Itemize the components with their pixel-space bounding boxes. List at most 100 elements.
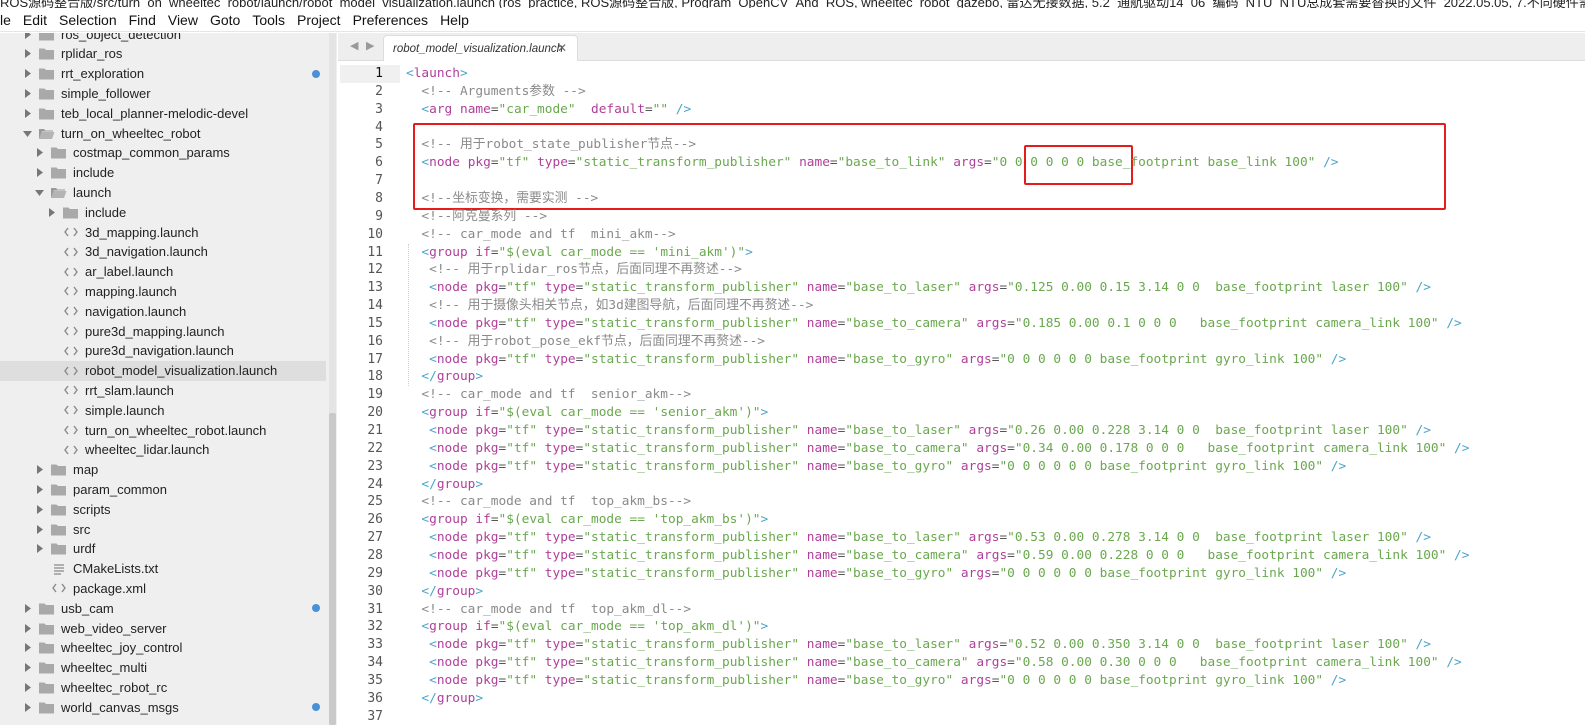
tree-item[interactable]: wheeltec_robot_rc bbox=[0, 677, 326, 697]
menu-project[interactable]: Project bbox=[291, 8, 347, 32]
tree-item[interactable]: urdf bbox=[0, 539, 326, 559]
tree-item[interactable]: pure3d_navigation.launch bbox=[0, 341, 326, 361]
tree-item[interactable]: package.xml bbox=[0, 578, 326, 598]
code-line[interactable]: </group> bbox=[406, 368, 483, 386]
chevron-right-icon[interactable] bbox=[34, 524, 44, 534]
tree-item[interactable]: wheeltec_multi bbox=[0, 658, 326, 678]
tree-item[interactable]: 3d_mapping.launch bbox=[0, 222, 326, 242]
tree-item[interactable]: rrt_slam.launch bbox=[0, 380, 326, 400]
code-line[interactable]: <!-- car_mode and tf mini_akm--> bbox=[406, 226, 675, 244]
code-line[interactable]: <!-- car_mode and tf top_akm_dl--> bbox=[406, 601, 691, 619]
tree-item[interactable]: launch bbox=[0, 182, 326, 202]
chevron-right-icon[interactable] bbox=[22, 49, 32, 59]
chevron-right-icon[interactable] bbox=[22, 603, 32, 613]
tree-item[interactable]: scripts bbox=[0, 499, 326, 519]
sidebar-file-tree[interactable]: ros_object_detection rplidar_ros rrt_explo… bbox=[0, 33, 337, 725]
code-line[interactable]: <!-- 用于rplidar_ros节点，后面同理不再赘述--> bbox=[406, 261, 742, 279]
code-line[interactable]: <node pkg="tf" type="static_transform_pu… bbox=[406, 351, 1346, 369]
code-line[interactable]: <!--阿克曼系列 --> bbox=[406, 208, 547, 226]
code-line[interactable]: </group> bbox=[406, 476, 483, 494]
chevron-right-icon[interactable] bbox=[22, 643, 32, 653]
menu-goto[interactable]: Goto bbox=[204, 8, 246, 32]
tree-item[interactable]: include bbox=[0, 163, 326, 183]
tree-item[interactable]: usb_cam bbox=[0, 598, 326, 618]
code-line[interactable]: <launch> bbox=[406, 65, 468, 83]
code-line[interactable]: <node pkg="tf" type="static_transform_pu… bbox=[406, 565, 1346, 583]
tree-item[interactable]: ros_object_detection bbox=[0, 33, 326, 44]
tree-item[interactable]: param_common bbox=[0, 479, 326, 499]
code-line[interactable]: <node pkg="tf" type="static_transform_pu… bbox=[406, 440, 1469, 458]
chevron-right-icon[interactable] bbox=[46, 207, 56, 217]
code-line[interactable]: <node pkg="tf" type="static_transform_pu… bbox=[406, 636, 1431, 654]
code-line[interactable]: <!-- 用于robot_pose_ekf节点，后面同理不再赘述--> bbox=[406, 333, 765, 351]
tree-item[interactable]: web_video_server bbox=[0, 618, 326, 638]
code-line[interactable]: <!--坐标变换，需要实测 --> bbox=[406, 190, 598, 208]
tree-item[interactable]: turn_on_wheeltec_robot.launch bbox=[0, 420, 326, 440]
tree-item[interactable]: CMakeLists.txt bbox=[0, 559, 326, 579]
menu-le[interactable]: le bbox=[0, 8, 17, 32]
code-line[interactable]: <node pkg="tf" type="static_transform_pu… bbox=[406, 154, 1338, 172]
tree-item[interactable]: map bbox=[0, 460, 326, 480]
chevron-right-icon[interactable] bbox=[22, 663, 32, 673]
tree-item[interactable]: simple.launch bbox=[0, 400, 326, 420]
code-line[interactable]: <group if="$(eval car_mode == 'senior_ak… bbox=[406, 404, 768, 422]
code-line[interactable]: </group> bbox=[406, 690, 483, 708]
menu-edit[interactable]: Edit bbox=[17, 8, 53, 32]
tree-item[interactable]: robot_model_visualization.launch bbox=[0, 360, 326, 381]
tree-item[interactable]: rrt_exploration bbox=[0, 64, 326, 84]
menu-tools[interactable]: Tools bbox=[246, 8, 291, 32]
tree-item[interactable]: mapping.launch bbox=[0, 281, 326, 301]
tree-item[interactable]: navigation.launch bbox=[0, 301, 326, 321]
chevron-down-icon[interactable] bbox=[22, 128, 32, 138]
code-line[interactable]: <group if="$(eval car_mode == 'mini_akm'… bbox=[406, 244, 752, 262]
tree-item[interactable]: costmap_common_params bbox=[0, 143, 326, 163]
tree-item[interactable]: ar_label.launch bbox=[0, 262, 326, 282]
tree-item[interactable]: src bbox=[0, 519, 326, 539]
code-line[interactable]: <!-- Arguments参数 --> bbox=[406, 83, 585, 101]
close-icon[interactable]: ✕ bbox=[557, 41, 567, 55]
code-line[interactable]: </group> bbox=[406, 583, 483, 601]
code-line[interactable]: <!-- car_mode and tf senior_akm--> bbox=[406, 386, 691, 404]
code-line[interactable]: <!-- car_mode and tf top_akm_bs--> bbox=[406, 493, 691, 511]
chevron-right-icon[interactable] bbox=[22, 623, 32, 633]
tab-robot-model-visualization[interactable]: robot_model_visualization.launch ✕ bbox=[383, 35, 578, 61]
tree-item[interactable]: simple_follower bbox=[0, 83, 326, 103]
menu-help[interactable]: Help bbox=[434, 8, 475, 32]
tab-nav-arrows[interactable]: ◀ ▶ bbox=[350, 39, 376, 52]
sidebar-scrollbar-thumb[interactable] bbox=[329, 413, 336, 725]
code-line[interactable]: <group if="$(eval car_mode == 'top_akm_b… bbox=[406, 511, 768, 529]
code-line[interactable]: <node pkg="tf" type="static_transform_pu… bbox=[406, 547, 1469, 565]
menu-view[interactable]: View bbox=[162, 8, 204, 32]
chevron-right-icon[interactable] bbox=[22, 69, 32, 79]
code-line[interactable]: <node pkg="tf" type="static_transform_pu… bbox=[406, 672, 1346, 690]
chevron-right-icon[interactable] bbox=[34, 544, 44, 554]
tree-item[interactable]: rplidar_ros bbox=[0, 44, 326, 64]
tree-item[interactable]: turn_on_wheeltec_robot bbox=[0, 123, 326, 143]
code-line[interactable]: <node pkg="tf" type="static_transform_pu… bbox=[406, 529, 1431, 547]
chevron-right-icon[interactable] bbox=[34, 168, 44, 178]
chevron-right-icon[interactable] bbox=[34, 504, 44, 514]
tree-item[interactable]: pure3d_mapping.launch bbox=[0, 321, 326, 341]
chevron-right-icon[interactable] bbox=[22, 702, 32, 712]
chevron-right-icon[interactable] bbox=[34, 484, 44, 494]
chevron-right-icon[interactable] bbox=[22, 682, 32, 692]
chevron-right-icon[interactable] bbox=[34, 148, 44, 158]
tree-item[interactable]: teb_local_planner-melodic-devel bbox=[0, 103, 326, 123]
code-line[interactable]: <node pkg="tf" type="static_transform_pu… bbox=[406, 422, 1431, 440]
code-line[interactable]: <node pkg="tf" type="static_transform_pu… bbox=[406, 315, 1462, 333]
chevron-down-icon[interactable] bbox=[34, 187, 44, 197]
tree-item[interactable]: include bbox=[0, 202, 326, 222]
chevron-right-icon[interactable] bbox=[22, 108, 32, 118]
chevron-right-icon[interactable] bbox=[22, 88, 32, 98]
menu-preferences[interactable]: Preferences bbox=[347, 8, 434, 32]
code-line[interactable]: <node pkg="tf" type="static_transform_pu… bbox=[406, 654, 1462, 672]
sidebar-scrollbar[interactable] bbox=[329, 33, 336, 725]
code-line[interactable]: <!-- 用于robot_state_publisher节点--> bbox=[406, 136, 696, 154]
tree-item[interactable]: world_canvas_msgs bbox=[0, 697, 326, 717]
tree-item[interactable]: 3d_navigation.launch bbox=[0, 242, 326, 262]
menu-find[interactable]: Find bbox=[123, 8, 162, 32]
code-line[interactable]: <node pkg="tf" type="static_transform_pu… bbox=[406, 279, 1431, 297]
code-editor[interactable]: 1 2 3 4 5 6 7 8 9 10 11 12 13 14 15 16 17 18 19 20 21 22 23 24 2… bbox=[338, 61, 1585, 725]
code-line[interactable]: <group if="$(eval car_mode == 'top_akm_d… bbox=[406, 618, 768, 636]
tree-item[interactable]: wheeltec_lidar.launch bbox=[0, 440, 326, 460]
